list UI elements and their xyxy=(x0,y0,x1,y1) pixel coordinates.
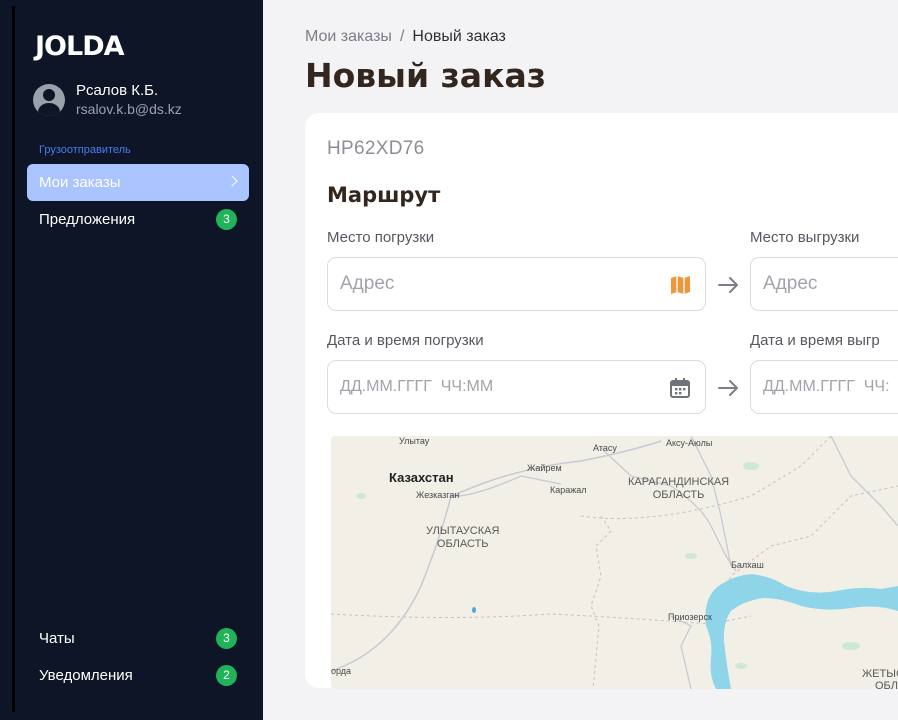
sidebar-item-label: Чаты xyxy=(39,630,75,647)
user-name: Рсалов К.Б. xyxy=(76,82,159,99)
breadcrumb-separator: / xyxy=(399,28,405,45)
chevron-right-icon xyxy=(226,175,238,187)
map-label-korda: орда xyxy=(331,666,352,676)
map-label-zhairem: Жайрем xyxy=(527,463,562,473)
notifications-count-badge: 2 xyxy=(216,665,237,686)
sidebar-edge xyxy=(12,6,15,712)
map-label-country: Казахстан xyxy=(389,470,454,485)
loading-place-placeholder: Адрес xyxy=(340,273,395,294)
breadcrumb: Мои заказы / Новый заказ xyxy=(305,28,506,46)
breadcrumb-current: Новый заказ xyxy=(412,28,506,45)
chats-count-badge: 3 xyxy=(216,628,237,649)
sidebar-item-my-orders[interactable]: Мои заказы xyxy=(27,164,249,201)
breadcrumb-parent-link[interactable]: Мои заказы xyxy=(305,28,392,45)
map-label-aksu-ayuly: Аксу-Аюлы xyxy=(666,438,713,448)
loading-place-input[interactable]: Адрес xyxy=(327,257,706,311)
loading-datetime-label: Дата и время погрузки xyxy=(327,332,484,349)
order-id: HP62XD76 xyxy=(327,138,425,159)
sidebar-item-label: Предложения xyxy=(39,211,136,228)
role-label: Грузоотправитель xyxy=(39,144,131,156)
page-title: Новый заказ xyxy=(305,56,546,95)
avatar-icon xyxy=(33,84,65,116)
sidebar-item-offers[interactable]: Предложения 3 xyxy=(27,201,249,238)
logo[interactable]: JOLDA xyxy=(35,31,125,62)
route-section-title: Маршрут xyxy=(327,183,441,207)
map-label-zhezkazgan: Жезказган xyxy=(416,490,460,500)
calendar-icon[interactable] xyxy=(669,377,691,399)
arrow-right-icon xyxy=(718,380,738,396)
unloading-datetime-label: Дата и время выгр xyxy=(750,332,880,349)
unloading-datetime-placeholder: ДД.ММ.ГГГГ ЧЧ: xyxy=(763,378,890,395)
map-icon[interactable] xyxy=(670,275,691,295)
sidebar-item-label: Уведомления xyxy=(39,667,133,684)
map-label-zhetysu-obl: ОБЛ xyxy=(875,680,898,689)
map-label-karaganda-region: КАРАГАНДИНСКАЯ ОБЛАСТЬ xyxy=(628,476,730,501)
loading-place-label: Место погрузки xyxy=(327,229,435,246)
map-label-priozersk: Приозерск xyxy=(668,612,712,622)
offers-count-badge: 3 xyxy=(216,209,237,230)
unloading-place-label: Место выгрузки xyxy=(750,229,860,246)
sidebar-item-notifications[interactable]: Уведомления 2 xyxy=(27,657,249,694)
sidebar-item-label: Мои заказы xyxy=(39,174,121,191)
map-label-karazhal: Каражал xyxy=(550,485,587,495)
unloading-place-placeholder: Адрес xyxy=(763,273,818,294)
sidebar-item-chats[interactable]: Чаты 3 xyxy=(27,620,249,657)
route-map[interactable]: Улытау Казахстан Жезказган Жайрем Каража… xyxy=(331,436,898,689)
sidebar: JOLDA Рсалов К.Б. rsalov.k.b@ds.kz Грузо… xyxy=(0,0,263,720)
loading-datetime-input[interactable]: ДД.ММ.ГГГГ ЧЧ:ММ xyxy=(327,360,706,414)
user-email: rsalov.k.b@ds.kz xyxy=(76,101,182,117)
map-label-ulytau-region: УЛЫТАУСКАЯ ОБЛАСТЬ xyxy=(426,525,500,550)
loading-datetime-placeholder: ДД.ММ.ГГГГ ЧЧ:ММ xyxy=(340,378,494,395)
unloading-datetime-input[interactable]: ДД.ММ.ГГГГ ЧЧ: xyxy=(750,360,898,414)
map-label-ulytau: Улытау xyxy=(399,436,430,446)
user-profile[interactable]: Рсалов К.Б. rsalov.k.b@ds.kz xyxy=(33,82,182,118)
map-label-atasu: Атасу xyxy=(593,443,617,453)
unloading-place-input[interactable]: Адрес xyxy=(750,257,898,311)
map-label-balkhash: Балхаш xyxy=(731,560,764,570)
arrow-right-icon xyxy=(718,277,738,293)
